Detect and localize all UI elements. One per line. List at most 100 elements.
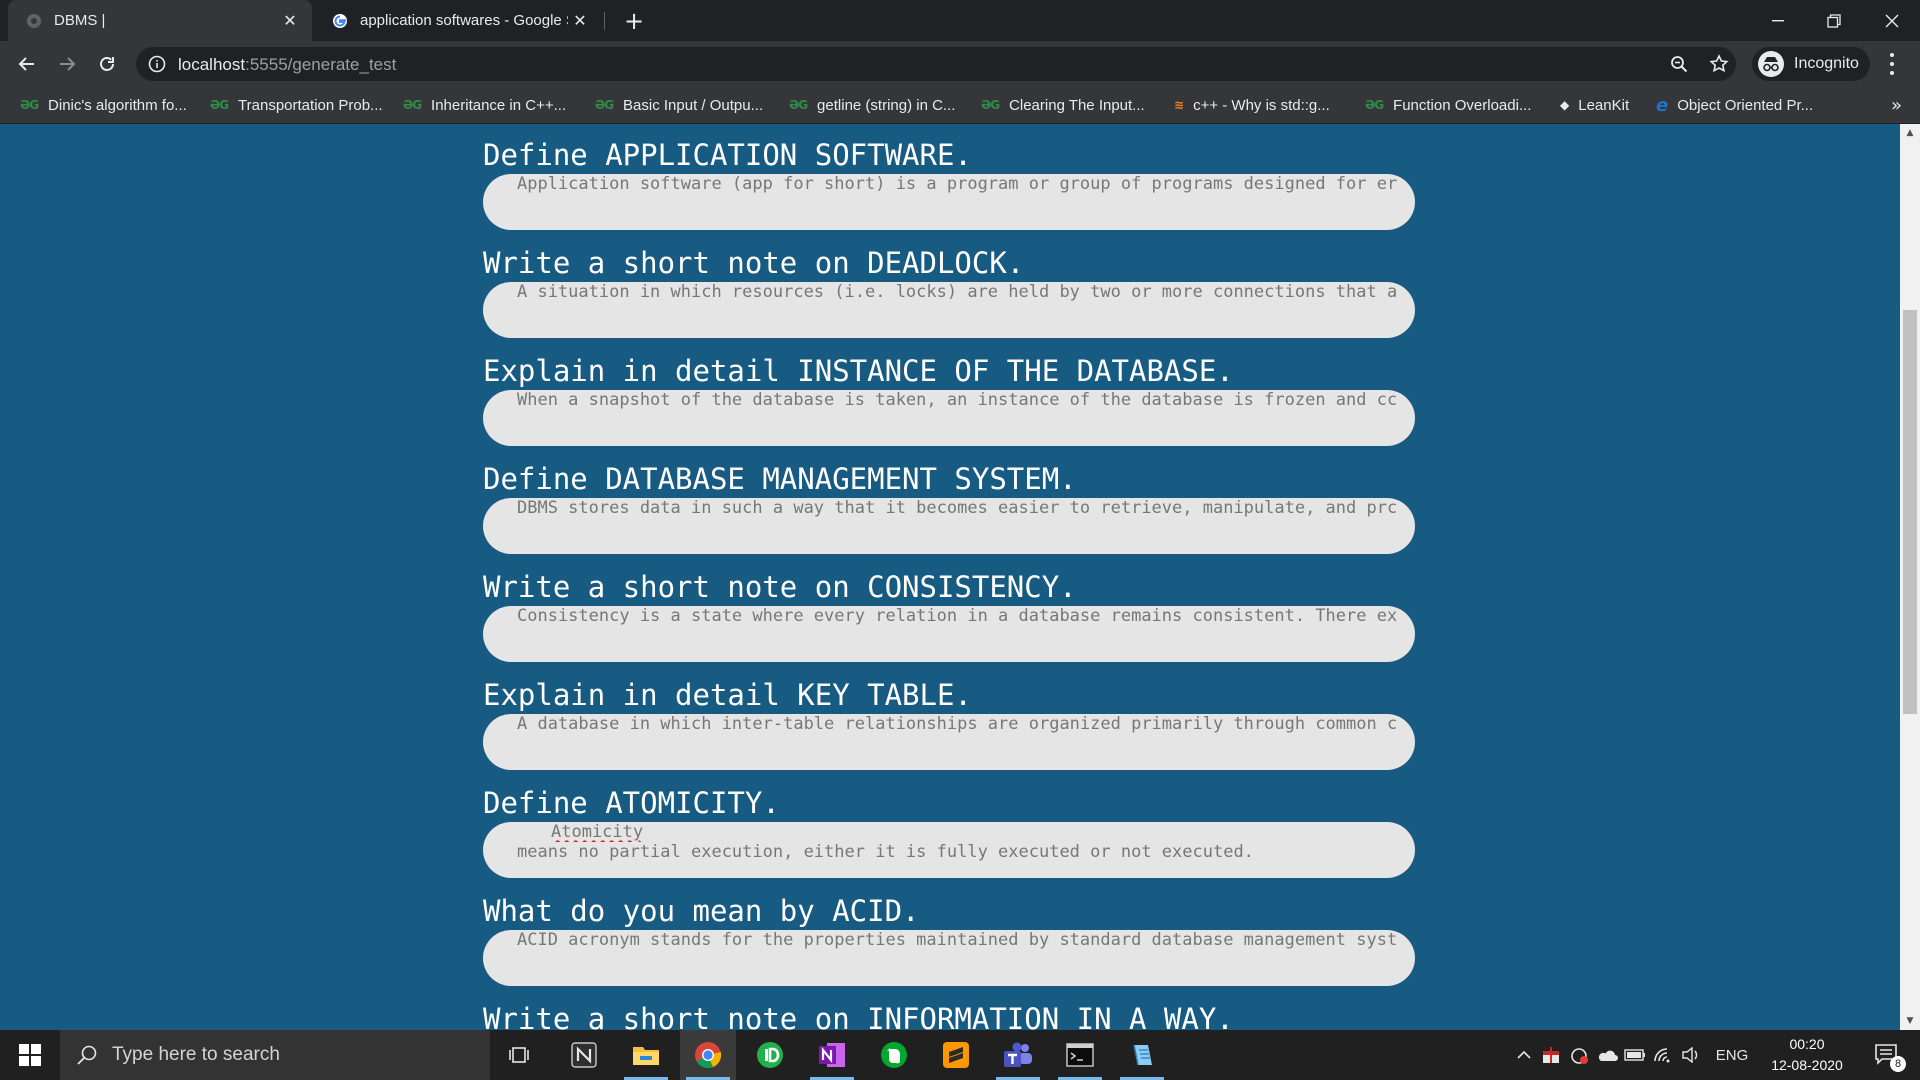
bookmark-item[interactable]: ƏG Transportation Prob... (210, 87, 383, 123)
question-block: Define ATOMICITY. Atomicity means no par… (483, 786, 1415, 878)
terminal-icon[interactable] (1052, 1030, 1108, 1080)
gfg-icon: ƏG (20, 98, 39, 112)
tab-dbms[interactable]: DBMS | ✕ (8, 0, 312, 41)
system-clock[interactable]: 00:20 12-08-2020 (1758, 1034, 1856, 1078)
browser-menu-icon[interactable] (1882, 53, 1902, 75)
tab-separator (604, 12, 605, 30)
answer-rest: means no partial execution, either it is… (517, 842, 1254, 862)
restore-button[interactable] (1806, 0, 1862, 41)
address-bar[interactable]: localhost:5555/generate_test (136, 47, 1736, 81)
windows-start-button[interactable] (0, 1030, 60, 1080)
teams-icon[interactable] (990, 1030, 1046, 1080)
answer-text: A situation in which resources (i.e. loc… (517, 282, 1398, 302)
bookmark-item[interactable]: ƏG Basic Input / Outpu... (595, 87, 763, 123)
answer-field[interactable]: ACID acronym stands for the properties m… (483, 930, 1415, 986)
forward-button[interactable] (52, 49, 82, 79)
reload-button[interactable] (92, 49, 122, 79)
question-text: Write a short note on INFORMATION IN A W… (483, 1002, 1234, 1030)
bookmark-item[interactable]: ƏG Dinic's algorithm fo... (20, 87, 187, 123)
question-text: What do you mean by ACID. (483, 894, 920, 928)
answer-field[interactable]: A database in which inter-table relation… (483, 714, 1415, 770)
answer-text: ACID acronym stands for the properties m… (517, 930, 1398, 950)
bookmark-label: Dinic's algorithm fo... (48, 96, 187, 114)
antivirus-icon[interactable] (1538, 1030, 1564, 1080)
intellij-icon[interactable] (742, 1030, 798, 1080)
bookmark-item[interactable]: ≋ c++ - Why is std::g... (1174, 87, 1330, 123)
close-window-button[interactable] (1864, 0, 1920, 41)
evernote-icon[interactable] (866, 1030, 922, 1080)
language-indicator[interactable]: ENG (1712, 1030, 1752, 1080)
close-tab-icon[interactable]: ✕ (568, 9, 592, 33)
notion-icon[interactable] (556, 1030, 612, 1080)
clock-date: 12-08-2020 (1771, 1057, 1843, 1073)
incognito-profile-button[interactable]: Incognito (1752, 47, 1870, 81)
answer-field[interactable]: When a snapshot of the database is taken… (483, 390, 1415, 446)
back-button[interactable] (12, 49, 42, 79)
bookmark-item[interactable]: ƏG Inheritance in C++... (403, 87, 566, 123)
file-explorer-icon[interactable] (618, 1030, 674, 1080)
show-hidden-icons-icon[interactable] (1512, 1030, 1536, 1080)
answer-field[interactable]: DBMS stores data in such a way that it b… (483, 498, 1415, 554)
answer-text: A database in which inter-table relation… (517, 714, 1398, 734)
tab-title: application softwares - Google Se (360, 12, 568, 29)
scroll-down-arrow-icon[interactable]: ▼ (1900, 1012, 1920, 1030)
question-text: Define DATABASE MANAGEMENT SYSTEM. (483, 462, 1077, 496)
wifi-icon[interactable] (1650, 1030, 1676, 1080)
question-block: Define APPLICATION SOFTWARE. Application… (483, 138, 1415, 230)
chrome-icon[interactable] (680, 1030, 736, 1080)
scrollbar-thumb[interactable] (1903, 310, 1917, 714)
leankit-icon: ◆ (1560, 98, 1569, 112)
answer-field[interactable]: Atomicity means no partial execution, ei… (483, 822, 1415, 878)
taskbar-search-box[interactable]: Type here to search (60, 1030, 490, 1080)
bookmark-star-icon[interactable] (1708, 53, 1730, 75)
question-text: Explain in detail KEY TABLE. (483, 678, 972, 712)
question-block: Explain in detail KEY TABLE. A database … (483, 678, 1415, 770)
ie-icon: e (1656, 94, 1668, 116)
bookmark-item[interactable]: ƏG getline (string) in C... (789, 87, 955, 123)
notification-count-badge: 8 (1890, 1056, 1906, 1072)
scroll-up-arrow-icon[interactable]: ▲ (1900, 124, 1920, 142)
question-block: Write a short note on DEADLOCK. A situat… (483, 246, 1415, 338)
close-tab-icon[interactable]: ✕ (278, 9, 302, 33)
answer-field[interactable]: Application software (app for short) is … (483, 174, 1415, 230)
incognito-icon (1758, 51, 1784, 77)
notification-center-button[interactable]: 8 (1862, 1030, 1912, 1080)
battery-icon[interactable] (1622, 1030, 1648, 1080)
answer-field[interactable]: A situation in which resources (i.e. loc… (483, 282, 1415, 338)
bookmark-item[interactable]: ƏG Function Overloadi... (1365, 87, 1531, 123)
incognito-label: Incognito (1794, 55, 1859, 72)
bookmark-label: Basic Input / Outpu... (623, 96, 764, 114)
bookmark-label: getline (string) in C... (817, 96, 956, 114)
tab-google-search[interactable]: application softwares - Google Se ✕ (314, 0, 602, 41)
page-scrollbar[interactable]: ▲ ▼ (1900, 124, 1920, 1030)
gfg-icon: ƏG (595, 98, 614, 112)
browser-toolbar: localhost:5555/generate_test Incognito (0, 41, 1920, 87)
question-text: Define APPLICATION SOFTWARE. (483, 138, 972, 172)
new-tab-button[interactable]: + (620, 7, 648, 35)
notepad-icon[interactable] (1114, 1030, 1170, 1080)
app-tray-icon[interactable] (1566, 1030, 1592, 1080)
stackoverflow-icon: ≋ (1174, 98, 1184, 112)
gfg-icon: ƏG (981, 98, 1000, 112)
bookmark-item[interactable]: e Object Oriented Pr... (1656, 87, 1813, 123)
volume-icon[interactable] (1678, 1030, 1704, 1080)
question-text: Explain in detail INSTANCE OF THE DATABA… (483, 354, 1234, 388)
minimize-button[interactable] (1750, 0, 1806, 41)
bookmark-item[interactable]: ◆ LeanKit (1560, 87, 1629, 123)
onenote-icon[interactable] (804, 1030, 860, 1080)
bookmarks-overflow-button[interactable]: » (1891, 87, 1902, 123)
bookmark-item[interactable]: ƏG Clearing The Input... (981, 87, 1145, 123)
site-info-icon[interactable] (148, 55, 166, 73)
zoom-icon[interactable] (1668, 53, 1690, 75)
sublime-text-icon[interactable] (928, 1030, 984, 1080)
answer-field[interactable]: Consistency is a state where every relat… (483, 606, 1415, 662)
onedrive-icon[interactable] (1594, 1030, 1620, 1080)
gfg-icon: ƏG (403, 98, 422, 112)
answer-text: DBMS stores data in such a way that it b… (517, 498, 1398, 518)
misspelled-word: Atomicity (551, 822, 644, 842)
gfg-icon: ƏG (1365, 98, 1384, 112)
answer-text: Atomicity means no partial execution, ei… (483, 822, 1415, 862)
bookmark-label: LeanKit (1578, 96, 1630, 114)
task-view-icon[interactable] (492, 1030, 548, 1080)
bookmark-label: Transportation Prob... (238, 96, 383, 114)
